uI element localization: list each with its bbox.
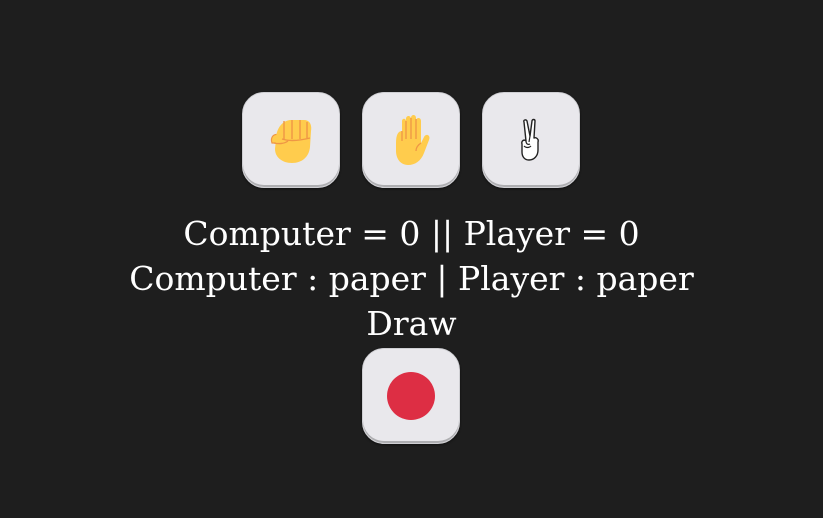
rock-button[interactable]: [242, 92, 340, 188]
raised-hand-icon: [396, 115, 430, 165]
victory-hand-icon: [521, 118, 539, 161]
raised-fist-icon: [270, 120, 312, 163]
score-display: Computer = 0 || Player = 0: [183, 214, 640, 253]
moves-display: Computer : paper | Player : paper: [129, 259, 694, 298]
reset-button[interactable]: [362, 348, 460, 444]
choice-buttons: [242, 92, 582, 192]
result-display: Draw: [366, 304, 457, 343]
red-circle-icon: [387, 372, 435, 420]
paper-button[interactable]: [362, 92, 460, 188]
scissors-button[interactable]: [482, 92, 580, 188]
